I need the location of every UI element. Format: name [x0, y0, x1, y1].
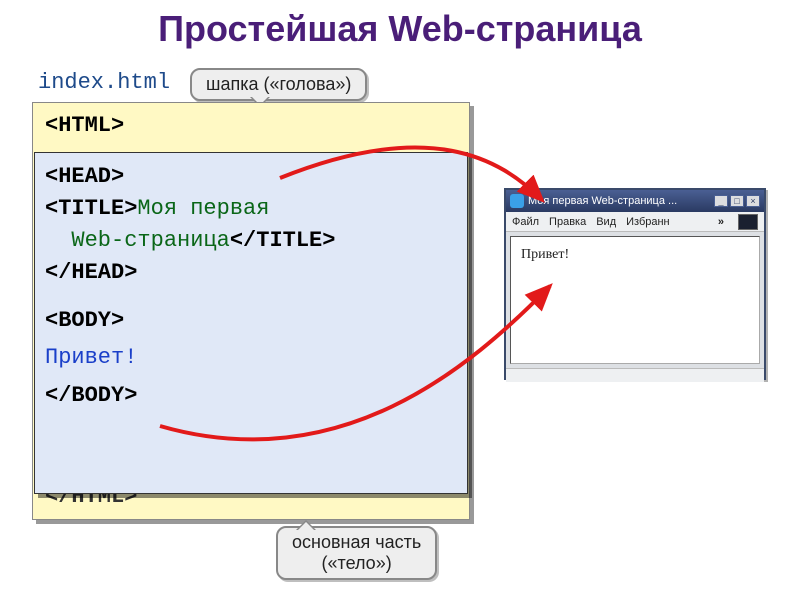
slide-title: Простейшая Web-страница: [0, 8, 800, 50]
browser-content: Привет!: [510, 236, 760, 364]
title-text-2: Web-страница: [71, 228, 229, 253]
title-text-1: Моя первая: [137, 196, 269, 221]
callout-body: основная часть («тело»): [276, 526, 437, 580]
tag-title-open: <TITLE>: [45, 196, 137, 221]
minimize-button[interactable]: _: [714, 195, 728, 207]
browser-statusbar: [506, 368, 764, 382]
maximize-button[interactable]: □: [730, 195, 744, 207]
ie-icon: [510, 194, 524, 208]
menu-view[interactable]: Вид: [596, 216, 616, 228]
close-button[interactable]: ×: [746, 195, 760, 207]
ie-logo-icon: [738, 214, 758, 230]
inner-code-block: <HEAD> <TITLE>Моя первая ..Web-страница<…: [34, 152, 468, 494]
browser-menubar: Файл Правка Вид Избранн »: [506, 212, 764, 232]
callout-head: шапка («голова»): [190, 68, 367, 101]
tag-body-open: <BODY>: [45, 308, 124, 333]
browser-window: Моя первая Web-страница ... _ □ × Файл П…: [504, 188, 766, 380]
menu-file[interactable]: Файл: [512, 216, 539, 228]
menu-more-icon[interactable]: »: [718, 216, 724, 228]
filename-label: index.html: [38, 70, 170, 95]
tag-title-close: </TITLE>: [230, 228, 336, 253]
browser-titlebar: Моя первая Web-страница ... _ □ ×: [506, 190, 764, 212]
browser-title: Моя первая Web-страница ...: [528, 195, 710, 207]
menu-edit[interactable]: Правка: [549, 216, 586, 228]
tag-html-open: <HTML>: [45, 111, 124, 142]
tag-head-close: </HEAD>: [45, 260, 137, 285]
body-text: Привет!: [45, 345, 137, 370]
callout-body-l1: основная часть: [292, 532, 421, 553]
page-text: Привет!: [521, 247, 569, 262]
menu-favorites[interactable]: Избранн: [626, 216, 670, 228]
tag-body-close: </BODY>: [45, 383, 137, 408]
tag-head-open: <HEAD>: [45, 164, 124, 189]
callout-body-l2: («тело»): [292, 553, 421, 574]
